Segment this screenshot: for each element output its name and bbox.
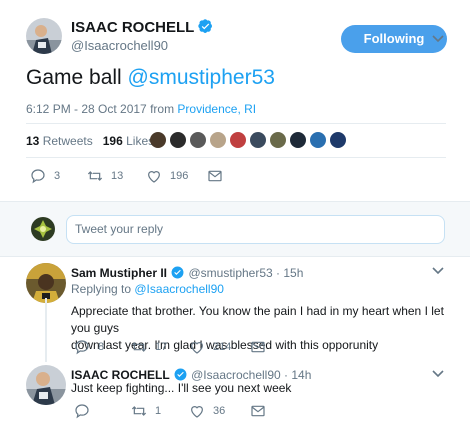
chevron-down-icon[interactable] [432,267,444,275]
tweet-text: Game ball @smustipher53 [26,66,275,90]
retweet-count: 13 [111,170,124,182]
like-action[interactable]: 196 [146,168,188,184]
reply-count: 8 [98,341,105,353]
like-count: 36 [213,405,226,417]
tweet-mention-link[interactable]: @smustipher53 [128,66,275,89]
reply-count: 3 [54,170,61,182]
like-icon [191,342,203,354]
retweet-count: 17 [155,341,168,353]
retweet-action[interactable]: 17 [131,339,167,355]
message-icon [251,341,265,353]
message-icon [251,405,265,417]
like-icon [191,406,203,418]
like-count: 196 [170,170,189,182]
reply-input[interactable]: Tweet your reply [66,215,445,244]
liker-avatar[interactable] [210,132,226,148]
liker-avatar[interactable] [270,132,286,148]
reply-avatar[interactable] [26,365,66,405]
location-link[interactable]: Providence, RI [177,102,256,116]
tweet-stats: 13 Retweets 196 Likes [26,134,154,148]
tweet-text-body: Game ball [26,66,128,89]
reply-action[interactable]: 3 [30,168,60,184]
author-handle[interactable]: @Isaacrochell90 [71,38,168,53]
reply-icon [75,340,89,355]
like-action[interactable]: 36 [189,403,225,419]
message-icon [208,170,222,182]
reply-text-line: Just keep fighting... I'll see you next … [71,381,292,395]
author-avatar[interactable] [26,18,62,54]
thread-line [45,298,47,362]
liker-avatar[interactable] [170,132,186,148]
retweet-action[interactable]: 1 [131,403,161,419]
message-action[interactable] [207,168,231,184]
reply-avatar[interactable] [26,263,66,303]
author-name[interactable]: ISAAC ROCHELL [71,19,194,36]
liker-avatar[interactable] [310,132,326,148]
replying-to-label: Replying to [71,282,135,296]
reply-author-name[interactable]: Sam Mustipher II [71,266,167,280]
reply-action[interactable]: 8 [74,339,104,355]
retweet-icon [131,342,147,352]
retweets-count[interactable]: 13 [26,134,39,148]
liker-avatar[interactable] [330,132,346,148]
divider [0,201,470,202]
tweet-timestamp: 6:12 PM - 28 Oct 2017 from Providence, R… [26,102,256,116]
chevron-down-icon[interactable] [432,35,444,43]
retweet-icon [131,406,147,416]
divider [26,157,446,158]
reply-action[interactable] [74,403,98,419]
liker-avatar[interactable] [150,132,166,148]
verified-badge-icon [171,266,184,279]
like-count: 214 [213,341,232,353]
reply-header: Sam Mustipher II @smustipher53 · 15h [71,264,303,282]
reply-text-line: Appreciate that brother. You know the pa… [71,304,444,335]
like-action[interactable]: 214 [189,339,231,355]
like-icon [148,171,160,183]
reply-author-handle[interactable]: @smustipher53 · 15h [188,266,303,280]
likes-count[interactable]: 196 [103,134,123,148]
divider [26,123,446,124]
divider [0,256,470,257]
likers-avatars [150,132,350,148]
message-action[interactable] [250,403,274,419]
liker-avatar[interactable] [290,132,306,148]
chevron-down-icon[interactable] [432,370,444,378]
liker-avatar[interactable] [250,132,266,148]
liker-avatar[interactable] [230,132,246,148]
retweets-label[interactable]: Retweets [43,134,93,148]
reply-icon [31,169,45,184]
my-avatar[interactable] [31,217,55,241]
verified-badge-icon [198,19,213,33]
retweet-icon [87,171,103,181]
retweet-action[interactable]: 13 [87,168,123,184]
timestamp-text[interactable]: 6:12 PM - 28 Oct 2017 from [26,102,177,116]
reply-icon [75,404,89,419]
reply-text: Just keep fighting... I'll see you next … [71,380,291,397]
replying-to-handle[interactable]: @Isaacrochell90 [134,282,224,296]
message-action[interactable] [250,339,274,355]
retweet-count: 1 [155,405,162,417]
liker-avatar[interactable] [190,132,206,148]
replying-to: Replying to @Isaacrochell90 [71,282,224,296]
